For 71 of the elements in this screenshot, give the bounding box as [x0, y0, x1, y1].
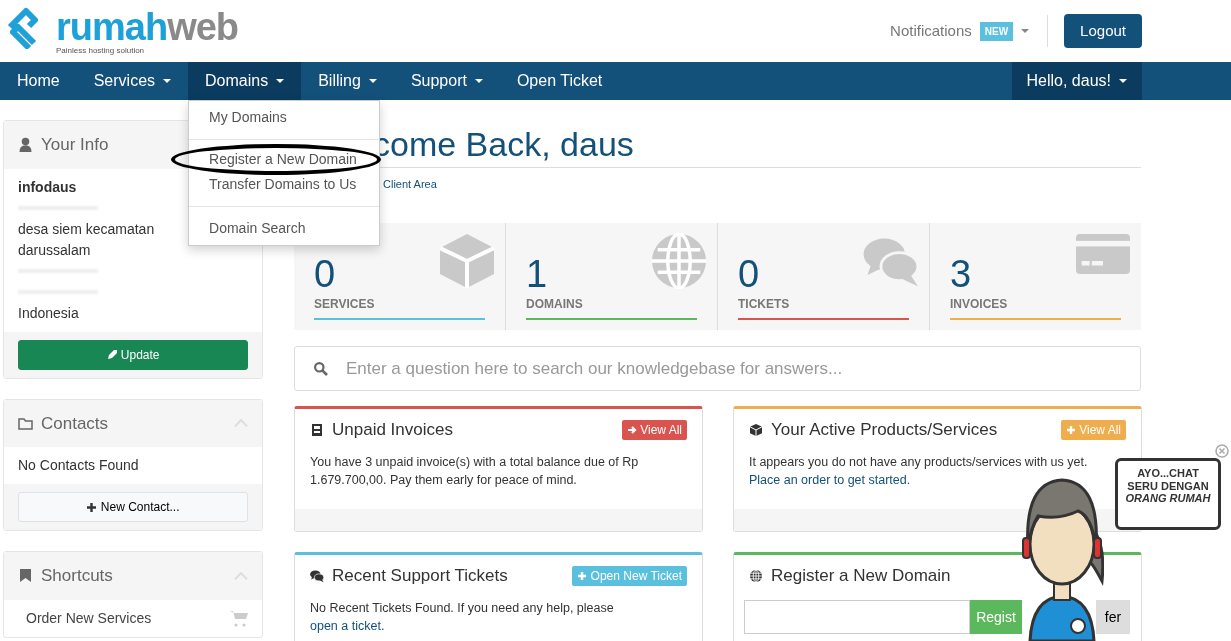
brand-tagline: Painless hosting solution	[56, 45, 146, 57]
stat-count: 0	[738, 254, 760, 293]
folder-icon	[18, 415, 33, 431]
cart-icon	[230, 609, 248, 627]
arrow-icon	[626, 425, 637, 436]
dropdown-item[interactable]: Domain Search	[189, 215, 326, 242]
nav-item[interactable]: Domains	[188, 62, 302, 100]
cube-icon	[749, 422, 763, 437]
panel-text: No Recent Tickets Found. If you need any help, please open a ticket.	[310, 600, 615, 635]
nav-item[interactable]: Billing	[301, 62, 394, 100]
logout-button[interactable]: Logout	[1064, 13, 1142, 49]
pencil-icon	[106, 349, 118, 361]
address-line: desa siem kecamatan	[18, 219, 155, 239]
stat-count: 0	[314, 254, 336, 293]
search-bar[interactable]: Enter a question here to search our knowledgebase for answers...	[294, 345, 1141, 391]
panel-title: Contacts	[41, 412, 110, 435]
sidebar-button[interactable]: Update	[18, 339, 248, 370]
chat-speech-bubble[interactable]: AYO...CHAT SERU DENGAN ORANG RUMAH	[1115, 458, 1221, 530]
panel-link[interactable]: Place an order to get started.	[749, 472, 911, 487]
caret-icon	[276, 79, 285, 83]
globe-icon	[749, 568, 763, 583]
brand-name: rumahweb	[56, 8, 239, 46]
panel-title: Recent Support Tickets	[332, 564, 509, 587]
nav-item[interactable]: Open Ticket	[499, 62, 620, 100]
address-line: darussalam	[18, 240, 91, 260]
address-line: Indonesia	[18, 303, 79, 323]
notifications-link[interactable]: Notifications NEW	[890, 19, 1030, 43]
close-icon[interactable]	[1215, 444, 1229, 458]
nav-item[interactable]: Services	[76, 62, 189, 100]
caret-icon	[1021, 29, 1030, 33]
stat-label: SERVICES	[314, 295, 375, 313]
comments-icon	[310, 568, 324, 583]
panel-title: Your Info	[41, 134, 110, 156]
panel-link[interactable]: open a ticket.	[310, 618, 385, 633]
stat-label: DOMAINS	[526, 295, 583, 313]
credit-card-icon	[1075, 232, 1131, 275]
plus-icon	[86, 502, 98, 514]
dropdown-item[interactable]: My Domains	[189, 104, 307, 131]
transfer-button[interactable]: fer	[1096, 600, 1130, 635]
breadcrumb-link[interactable]: Client Area	[383, 178, 437, 191]
caret-icon	[474, 79, 483, 83]
plus-icon	[1065, 425, 1076, 436]
caret-icon	[163, 79, 172, 83]
panel-title: Register a New Domain	[771, 564, 952, 587]
stat-count: 3	[950, 254, 972, 293]
stat-count: 1	[526, 254, 548, 293]
shortcut-link[interactable]: Order New Services	[4, 599, 262, 637]
search-icon	[313, 360, 328, 376]
panel-button[interactable]: View All	[621, 419, 687, 440]
caret-icon	[368, 79, 377, 83]
panel-title: Unpaid Invoices	[332, 418, 454, 441]
plus-icon	[577, 571, 588, 582]
panel-title: Your Active Products/Services	[771, 418, 999, 441]
panel-title: Shortcuts	[41, 565, 114, 587]
new-badge: NEW	[979, 21, 1014, 41]
stat-label: TICKETS	[738, 295, 790, 313]
sidebar-button[interactable]: New Contact...	[18, 492, 248, 522]
globe-icon	[651, 232, 707, 289]
domain-input[interactable]	[744, 600, 970, 635]
stat-label: INVOICES	[950, 295, 1008, 313]
user-icon	[18, 137, 33, 153]
bookmark-icon	[18, 568, 33, 584]
cube-icon	[439, 232, 495, 289]
nav-item[interactable]: Home	[0, 62, 77, 100]
user-menu[interactable]: Hello, daus!	[1011, 62, 1142, 100]
caret-icon	[1119, 79, 1127, 83]
calculator-icon	[310, 422, 324, 437]
panel-text: You have 3 unpaid invoice(s) with a total balance due of Rp 1.679.700,00. Pay them early for peace of mind.	[310, 454, 640, 489]
address-line: No Contacts Found	[18, 456, 139, 475]
user-name: infodaus	[18, 177, 77, 197]
nav-item[interactable]: Support	[393, 62, 500, 100]
